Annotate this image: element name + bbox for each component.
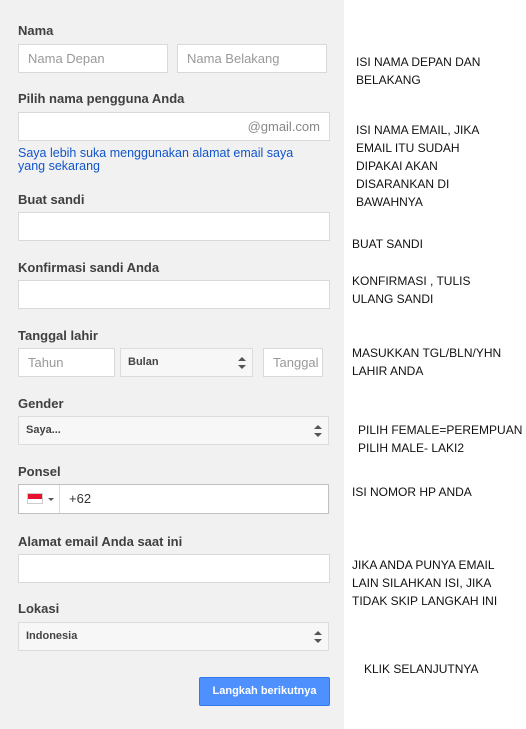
note-next: KLIK SELANJUTNYA <box>364 662 479 676</box>
note-name: ISI NAMA DEPAN DAN BELAKANG <box>356 55 481 87</box>
chevron-down-icon <box>48 498 54 501</box>
last-name-input[interactable]: Nama Belakang <box>177 44 327 73</box>
location-select-value: Indonesia <box>26 630 78 642</box>
phone-input[interactable]: +62 <box>18 484 329 514</box>
current-email-label: Alamat email Anda saat ini <box>18 534 183 549</box>
note-gender-line1: PILIH FEMALE=PEREMPUAN <box>358 423 523 437</box>
password-label: Buat sandi <box>18 192 85 207</box>
month-select[interactable]: Bulan <box>120 348 253 377</box>
indonesia-flag-icon <box>27 493 43 504</box>
note-phone: ISI NOMOR HP ANDA <box>352 485 472 499</box>
gmail-suffix: @gmail.com <box>247 119 320 134</box>
note-current-email: JIKA ANDA PUNYA EMAIL LAIN SILAHKAN ISI,… <box>352 558 498 608</box>
confirm-password-label: Konfirmasi sandi Anda <box>18 260 160 275</box>
instructions-panel: ISI NAMA DEPAN DAN BELAKANG ISI NAMA EMA… <box>344 0 526 729</box>
username-label: Pilih nama pengguna Anda <box>18 91 185 106</box>
day-input[interactable]: Tanggal <box>263 348 323 377</box>
location-select[interactable]: Indonesia <box>18 622 329 651</box>
first-name-input[interactable]: Nama Depan <box>18 44 168 73</box>
phone-label: Ponsel <box>18 464 61 479</box>
location-label: Lokasi <box>18 601 60 616</box>
gender-select[interactable]: Saya... <box>18 416 329 445</box>
note-username: ISI NAMA EMAIL, JIKA EMAIL ITU SUDAH DIP… <box>356 123 479 209</box>
gender-select-value: Saya... <box>26 424 61 436</box>
select-arrows-icon <box>314 631 322 643</box>
use-current-email-link[interactable]: Saya lebih suka menggunakan alamat email… <box>18 147 318 173</box>
select-arrows-icon <box>314 425 322 437</box>
note-gender-line2: PILIH MALE- LAKI2 <box>358 441 465 455</box>
phone-value: +62 <box>69 491 92 506</box>
name-label: Nama <box>18 23 54 38</box>
birthdate-label: Tanggal lahir <box>18 328 98 343</box>
year-input[interactable]: Tahun <box>18 348 115 377</box>
confirm-password-input[interactable] <box>18 280 330 309</box>
current-email-input[interactable] <box>18 554 330 583</box>
note-birthdate: MASUKKAN TGL/BLN/YHN LAHIR ANDA <box>352 346 502 378</box>
signup-form-panel: Nama Nama Depan Nama Belakang Pilih nama… <box>0 0 344 729</box>
next-step-button[interactable]: Langkah berikutnya <box>199 677 330 706</box>
country-code-dropdown[interactable] <box>19 485 60 513</box>
gender-label: Gender <box>18 396 64 411</box>
password-input[interactable] <box>18 212 330 241</box>
month-select-value: Bulan <box>128 356 159 368</box>
username-input[interactable]: @gmail.com <box>18 112 330 141</box>
note-password: BUAT SANDI <box>352 237 423 251</box>
note-confirm: KONFIRMASI , TULIS ULANG SANDI <box>352 274 471 306</box>
select-arrows-icon <box>238 357 246 369</box>
